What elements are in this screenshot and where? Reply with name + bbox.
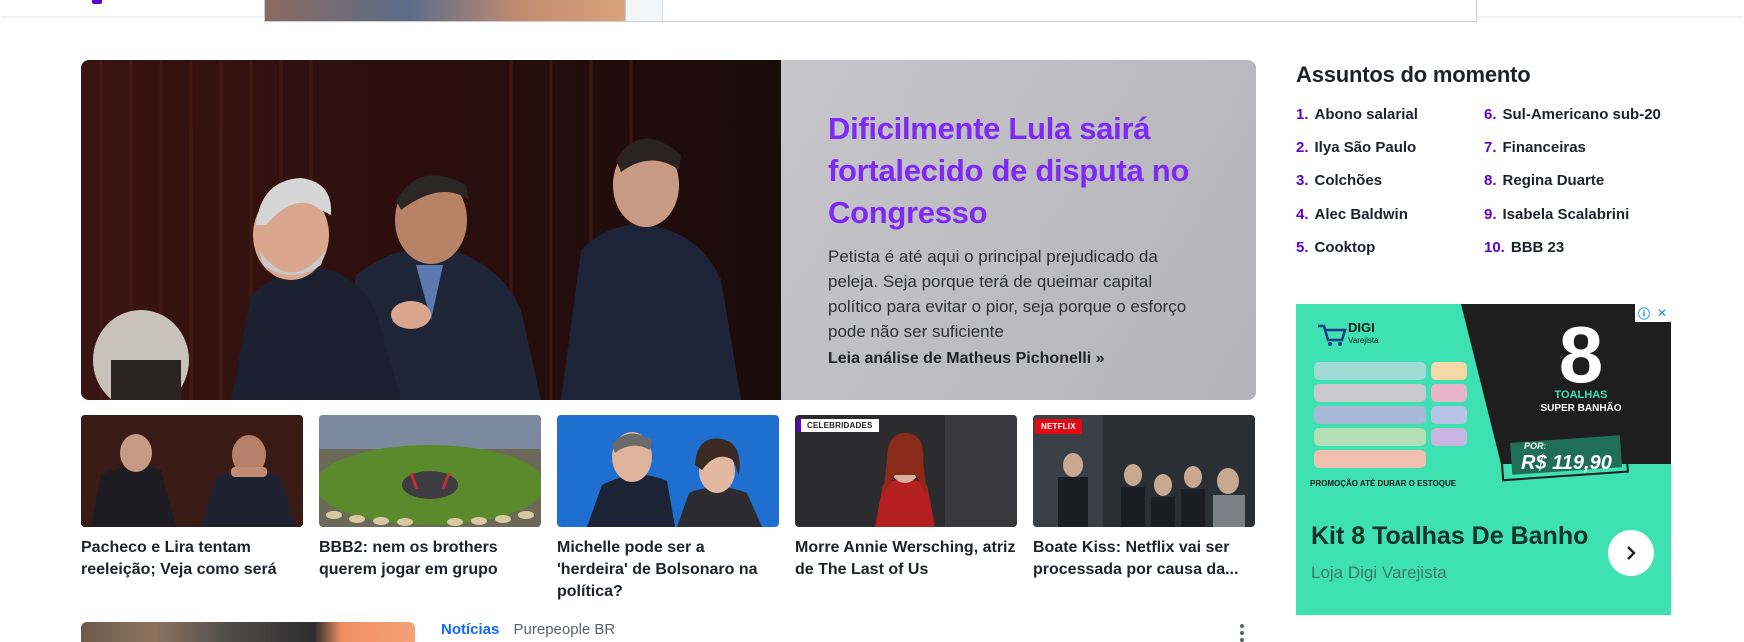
story-image[interactable] xyxy=(557,415,779,527)
trending-rank: 9. xyxy=(1484,206,1497,223)
ad-towels: TOALHAS xyxy=(1555,389,1608,401)
yahoo-logo[interactable] xyxy=(92,0,102,4)
trending-label[interactable]: Ilya São Paulo xyxy=(1315,139,1417,156)
trending-label[interactable]: Cooktop xyxy=(1315,239,1376,256)
trending-topics: Assuntos do momento 1. Abono salarial 2. I… xyxy=(1296,62,1672,256)
story-cards-row: Pacheco e Lira tentam reeleição; Veja co… xyxy=(81,415,1256,600)
trending-rank: 8. xyxy=(1484,172,1497,189)
story-caption[interactable]: Morre Annie Wersching, atriz de The Last… xyxy=(795,537,1017,581)
hero-image[interactable] xyxy=(81,60,781,400)
trending-label[interactable]: Sul-Americano sub-20 xyxy=(1503,106,1661,123)
story-image[interactable] xyxy=(319,415,541,527)
stream-item-image[interactable] xyxy=(81,622,415,642)
story-caption[interactable]: Michelle pode ser a 'herdeira' de Bolson… xyxy=(557,537,779,603)
trending-rank: 10. xyxy=(1484,239,1505,256)
story-card[interactable]: Michelle pode ser a 'herdeira' de Bolson… xyxy=(557,415,779,603)
ad-image[interactable]: DIGI Varejista 8 TOALHAS SUPER BANHÃO DE… xyxy=(1296,304,1671,494)
story-card[interactable]: NETFLIX Boate Kiss: Netflix vai ser proc… xyxy=(1033,415,1255,581)
category-tag: NETFLIX xyxy=(1035,419,1082,434)
trending-item[interactable]: 1. Abono salarial xyxy=(1296,106,1418,123)
top-navigation-bar xyxy=(0,0,1744,22)
story-caption[interactable]: BBB2: nem os brothers querem jogar em gr… xyxy=(319,537,541,581)
stream-source: Purepeople BR xyxy=(513,621,616,638)
story-caption[interactable]: Pacheco e Lira tentam reeleição; Veja co… xyxy=(81,537,303,581)
trending-item[interactable]: 10. BBB 23 xyxy=(1484,239,1564,256)
ad-price-to-label: POR: xyxy=(1524,441,1547,451)
story-image[interactable] xyxy=(81,415,303,527)
trending-label[interactable]: Abono salarial xyxy=(1315,106,1418,123)
sidebar-ad[interactable]: DIGI Varejista 8 TOALHAS SUPER BANHÃO DE… xyxy=(1296,304,1671,615)
story-image[interactable]: NETFLIX xyxy=(1033,415,1255,527)
more-options-icon[interactable] xyxy=(1238,622,1246,642)
ad-brand: DIGI xyxy=(1348,320,1375,335)
chevron-right-icon xyxy=(1627,546,1636,560)
story-card[interactable]: CELEBRIDADES Morre Annie Wersching, atri… xyxy=(795,415,1017,581)
trending-rank: 3. xyxy=(1296,172,1309,189)
trending-label[interactable]: Alec Baldwin xyxy=(1315,206,1408,223)
hero-read-more-link[interactable]: Leia análise de Matheus Pichonelli » xyxy=(828,350,1208,368)
hero-text-block: Dificilmente Lula sairá fortalecido de d… xyxy=(828,108,1208,368)
banner-ad-image[interactable] xyxy=(265,0,625,21)
ad-badges: ⓘ ✕ xyxy=(1635,304,1671,322)
ad-promo: PROMOÇÃO ATÉ DURAR O ESTOQUE xyxy=(1310,479,1457,488)
trending-item[interactable]: 5. Cooktop xyxy=(1296,239,1375,256)
ad-towels-sub: SUPER BANHÃO xyxy=(1540,401,1621,414)
story-image[interactable]: CELEBRIDADES xyxy=(795,415,1017,527)
trending-label[interactable]: BBB 23 xyxy=(1511,239,1564,256)
ad-brand-sub: Varejista xyxy=(1348,336,1379,345)
trending-label[interactable]: Regina Duarte xyxy=(1503,172,1605,189)
hero-summary: Petista é até aqui o principal prejudica… xyxy=(828,247,1187,341)
hero-story[interactable]: Dificilmente Lula sairá fortalecido de d… xyxy=(81,60,1256,400)
ad-count: 8 xyxy=(1559,310,1604,399)
story-card[interactable]: Pacheco e Lira tentam reeleição; Veja co… xyxy=(81,415,303,581)
category-tag: CELEBRIDADES xyxy=(797,419,879,432)
ad-title[interactable]: Kit 8 Toalhas De Banho xyxy=(1311,522,1588,551)
trending-title: Assuntos do momento xyxy=(1296,62,1531,87)
trending-rank: 5. xyxy=(1296,239,1309,256)
story-caption[interactable]: Boate Kiss: Netflix vai ser processada p… xyxy=(1033,537,1255,581)
ad-price-from: DE: R$229,90 xyxy=(1524,426,1595,438)
close-icon[interactable]: ✕ xyxy=(1653,304,1671,322)
info-icon[interactable]: ⓘ xyxy=(1635,304,1653,322)
trending-item[interactable]: 8. Regina Duarte xyxy=(1484,172,1604,189)
trending-rank: 6. xyxy=(1484,106,1497,123)
trending-rank: 7. xyxy=(1484,139,1497,156)
stream-category[interactable]: Notícias xyxy=(441,621,499,638)
trending-rank: 2. xyxy=(1296,139,1309,156)
ad-cta-button[interactable] xyxy=(1608,530,1654,576)
trending-item[interactable]: 6. Sul-Americano sub-20 xyxy=(1484,106,1661,123)
trending-label[interactable]: Isabela Scalabrini xyxy=(1503,206,1630,223)
story-card[interactable]: BBB2: nem os brothers querem jogar em gr… xyxy=(319,415,541,581)
ad-price-to: R$ 119,90 xyxy=(1521,452,1612,474)
trending-item[interactable]: 7. Financeiras xyxy=(1484,139,1586,156)
trending-item[interactable]: 2. Ilya São Paulo xyxy=(1296,139,1416,156)
top-banner-ad[interactable] xyxy=(264,0,1477,22)
hero-title[interactable]: Dificilmente Lula sairá fortalecido de d… xyxy=(828,108,1208,234)
ad-seller: Loja Digi Varejista xyxy=(1311,563,1447,582)
trending-item[interactable]: 4. Alec Baldwin xyxy=(1296,206,1408,223)
trending-item[interactable]: 9. Isabela Scalabrini xyxy=(1484,206,1629,223)
trending-label[interactable]: Colchões xyxy=(1315,172,1383,189)
trending-item[interactable]: 3. Colchões xyxy=(1296,172,1382,189)
banner-ad-frame xyxy=(625,0,663,21)
trending-label[interactable]: Financeiras xyxy=(1503,139,1586,156)
trending-rank: 4. xyxy=(1296,206,1309,223)
stream-item-meta: Notícias Purepeople BR xyxy=(441,621,615,638)
trending-rank: 1. xyxy=(1296,106,1309,123)
